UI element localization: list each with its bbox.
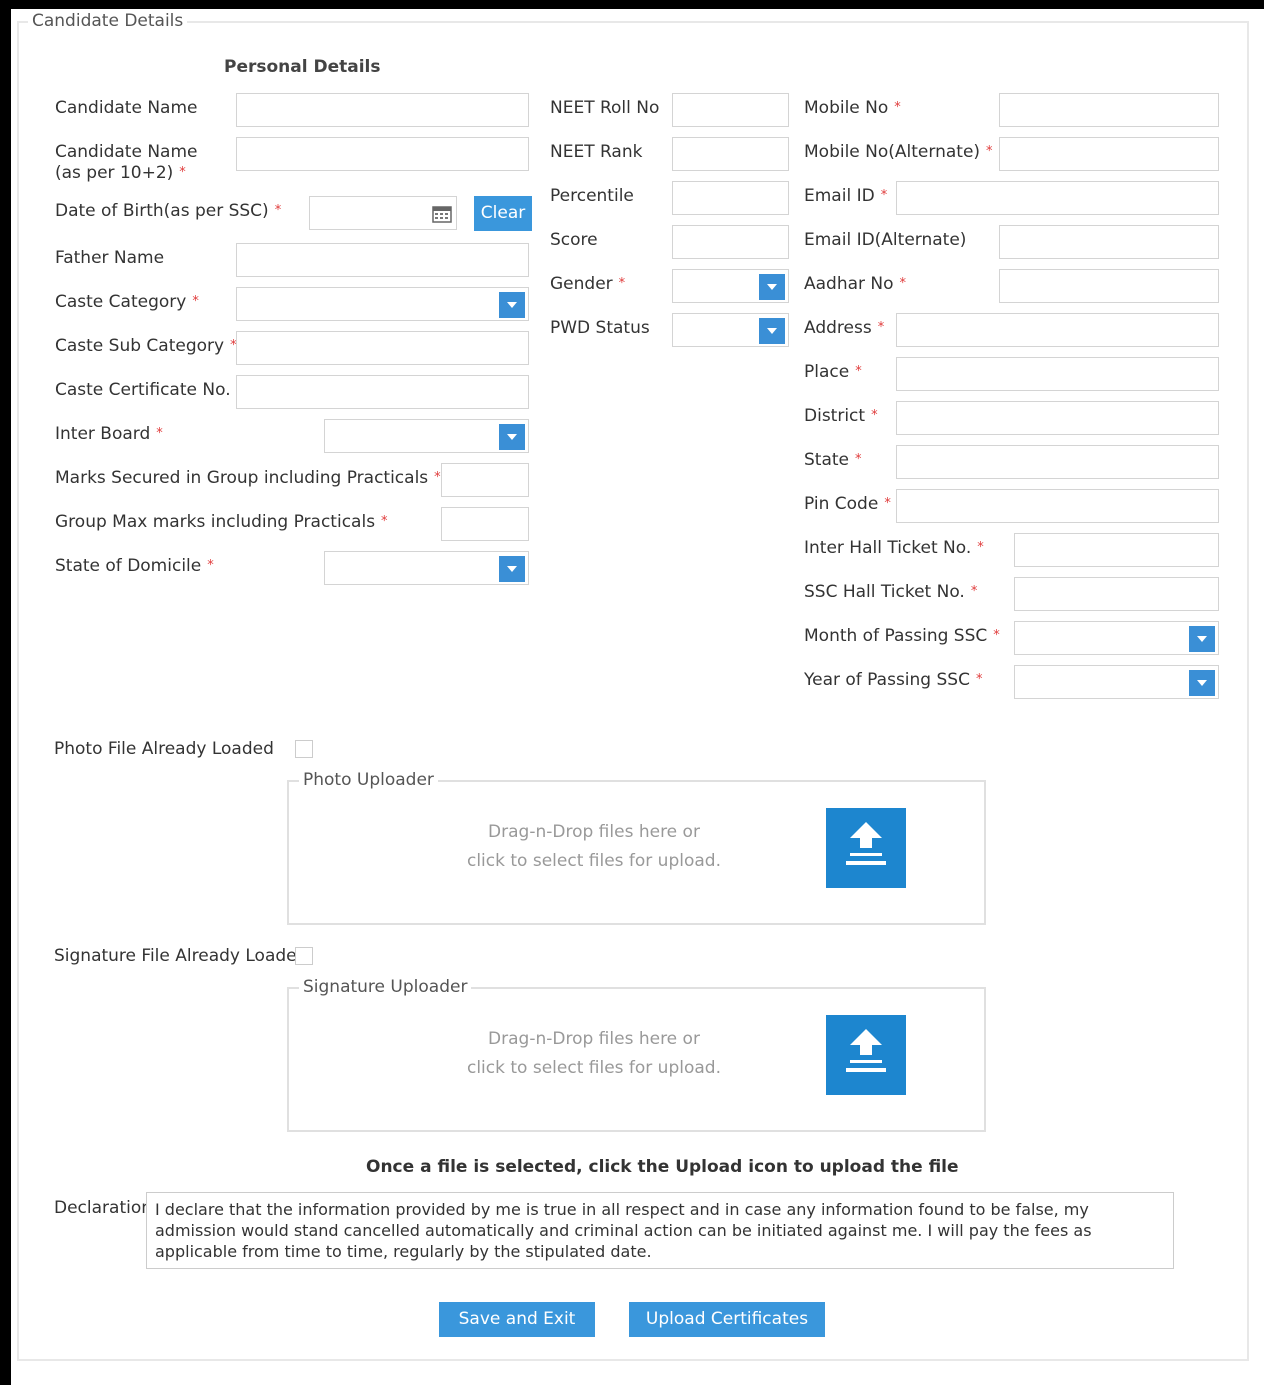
upload-certificates-button[interactable]: Upload Certificates bbox=[629, 1302, 825, 1337]
mobile-alt-label: Mobile No(Alternate) * bbox=[804, 142, 993, 162]
email-alt-input[interactable] bbox=[999, 225, 1219, 259]
caste-certificate-label: Caste Certificate No. bbox=[55, 380, 231, 400]
group-max-input[interactable] bbox=[441, 507, 529, 541]
signature-loaded-checkbox[interactable] bbox=[295, 947, 313, 965]
place-label: Place * bbox=[804, 362, 862, 382]
caste-category-label: Caste Category * bbox=[55, 292, 199, 312]
dob-label: Date of Birth(as per SSC) * bbox=[55, 201, 282, 221]
upload-note: Once a file is selected, click the Uploa… bbox=[366, 1157, 959, 1177]
father-name-label: Father Name bbox=[55, 248, 165, 268]
calendar-icon[interactable] bbox=[432, 205, 452, 223]
pwd-status-select[interactable] bbox=[672, 313, 789, 347]
inter-hall-ticket-input[interactable] bbox=[1014, 533, 1219, 567]
declaration-label: Declaration bbox=[54, 1198, 153, 1218]
state-domicile-select[interactable] bbox=[324, 551, 529, 585]
caste-certificate-input[interactable] bbox=[236, 375, 529, 409]
signature-drop-hint-1: Drag-n-Drop files here or bbox=[488, 1029, 700, 1049]
pwd-status-label: PWD Status bbox=[550, 318, 650, 338]
chevron-down-icon[interactable] bbox=[1189, 626, 1215, 652]
mobile-alt-input[interactable] bbox=[999, 137, 1219, 171]
candidate-details-legend: Candidate Details bbox=[28, 11, 188, 31]
gender-label: Gender * bbox=[550, 274, 626, 294]
month-ssc-select[interactable] bbox=[1014, 621, 1219, 655]
upload-icon[interactable] bbox=[826, 1015, 906, 1095]
candidate-name-ssc-label: Candidate Name bbox=[55, 142, 198, 162]
caste-category-select[interactable] bbox=[236, 287, 529, 321]
neet-rank-label: NEET Rank bbox=[550, 142, 643, 162]
dob-input[interactable] bbox=[309, 196, 457, 230]
aadhar-label: Aadhar No * bbox=[804, 274, 907, 294]
signature-drop-hint-2: click to select files for upload. bbox=[466, 1058, 721, 1078]
state-domicile-label: State of Domicile * bbox=[55, 556, 214, 576]
clear-dob-button[interactable]: Clear bbox=[474, 196, 532, 231]
declaration-text: I declare that the information provided … bbox=[146, 1192, 1174, 1269]
father-name-input[interactable] bbox=[236, 243, 529, 277]
aadhar-input[interactable] bbox=[999, 269, 1219, 303]
caste-sub-category-input[interactable] bbox=[236, 331, 529, 365]
percentile-input[interactable] bbox=[672, 181, 789, 215]
district-input[interactable] bbox=[896, 401, 1219, 435]
signature-loaded-label: Signature File Already Loaded bbox=[54, 946, 308, 966]
chevron-down-icon[interactable] bbox=[499, 424, 525, 450]
candidate-name-ssc-label-2: (as per 10+2) * bbox=[55, 163, 186, 183]
year-ssc-label: Year of Passing SSC * bbox=[804, 670, 983, 690]
pin-code-input[interactable] bbox=[896, 489, 1219, 523]
score-input[interactable] bbox=[672, 225, 789, 259]
address-input[interactable] bbox=[896, 313, 1219, 347]
marks-secured-input[interactable] bbox=[441, 463, 529, 497]
district-label: District * bbox=[804, 406, 878, 426]
candidate-name-ssc-input[interactable] bbox=[236, 137, 529, 171]
photo-uploader-legend: Photo Uploader bbox=[299, 770, 438, 790]
pin-code-label: Pin Code * bbox=[804, 494, 891, 514]
upload-icon[interactable] bbox=[826, 808, 906, 888]
ssc-hall-ticket-input[interactable] bbox=[1014, 577, 1219, 611]
candidate-name-input[interactable] bbox=[236, 93, 529, 127]
place-input[interactable] bbox=[896, 357, 1219, 391]
neet-roll-label: NEET Roll No bbox=[550, 98, 660, 118]
neet-rank-input[interactable] bbox=[672, 137, 789, 171]
inter-board-select[interactable] bbox=[324, 419, 529, 453]
group-max-label: Group Max marks including Practicals * bbox=[55, 512, 388, 532]
inter-board-label: Inter Board * bbox=[55, 424, 163, 444]
photo-drop-hint-1: Drag-n-Drop files here or bbox=[488, 822, 700, 842]
caste-sub-category-label: Caste Sub Category * bbox=[55, 336, 237, 356]
photo-loaded-label: Photo File Already Loaded bbox=[54, 739, 274, 759]
state-label: State * bbox=[804, 450, 862, 470]
chevron-down-icon[interactable] bbox=[1189, 670, 1215, 696]
year-ssc-select[interactable] bbox=[1014, 665, 1219, 699]
candidate-name-label: Candidate Name bbox=[55, 98, 198, 118]
mobile-label: Mobile No * bbox=[804, 98, 901, 118]
percentile-label: Percentile bbox=[550, 186, 634, 206]
ssc-hall-ticket-label: SSC Hall Ticket No. * bbox=[804, 582, 978, 602]
marks-secured-label: Marks Secured in Group including Practic… bbox=[55, 468, 441, 488]
score-label: Score bbox=[550, 230, 598, 250]
chevron-down-icon[interactable] bbox=[759, 274, 785, 300]
state-input[interactable] bbox=[896, 445, 1219, 479]
photo-drop-hint-2: click to select files for upload. bbox=[466, 851, 721, 871]
email-input[interactable] bbox=[896, 181, 1219, 215]
email-alt-label: Email ID(Alternate) bbox=[804, 230, 967, 250]
signature-uploader-legend: Signature Uploader bbox=[299, 977, 472, 997]
mobile-input[interactable] bbox=[999, 93, 1219, 127]
photo-loaded-checkbox[interactable] bbox=[295, 740, 313, 758]
chevron-down-icon[interactable] bbox=[759, 318, 785, 344]
chevron-down-icon[interactable] bbox=[499, 556, 525, 582]
save-and-exit-button[interactable]: Save and Exit bbox=[439, 1302, 595, 1337]
inter-hall-ticket-label: Inter Hall Ticket No. * bbox=[804, 538, 984, 558]
month-ssc-label: Month of Passing SSC * bbox=[804, 626, 1000, 646]
address-label: Address * bbox=[804, 318, 885, 338]
signature-uploader[interactable]: Signature Uploader Drag-n-Drop files her… bbox=[287, 977, 986, 1132]
photo-uploader[interactable]: Photo Uploader Drag-n-Drop files here or… bbox=[287, 770, 986, 925]
window-border-top bbox=[0, 0, 1264, 9]
personal-details-heading: Personal Details bbox=[224, 57, 381, 77]
neet-roll-input[interactable] bbox=[672, 93, 789, 127]
chevron-down-icon[interactable] bbox=[499, 292, 525, 318]
gender-select[interactable] bbox=[672, 269, 789, 303]
email-label: Email ID * bbox=[804, 186, 888, 206]
window-border-left bbox=[0, 0, 11, 1385]
